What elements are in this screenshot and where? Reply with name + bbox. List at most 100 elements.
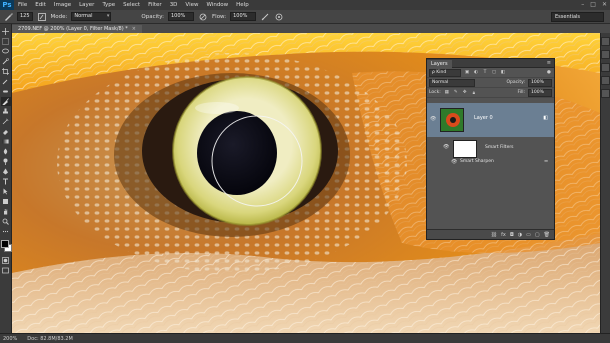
- type-tool-icon[interactable]: [1, 177, 11, 186]
- layers-panel: Layers ≡ ρ Kind ▣ ◐ T ▢ ◧ ● Normal Opaci…: [426, 58, 555, 240]
- filter-options-icon[interactable]: ⚌: [544, 159, 548, 164]
- flow-label: Flow:: [212, 13, 227, 20]
- lasso-tool-icon[interactable]: [1, 47, 11, 56]
- blur-tool-icon[interactable]: [1, 147, 11, 156]
- marquee-tool-icon[interactable]: [1, 37, 11, 46]
- brush-panel-icon[interactable]: [37, 12, 47, 22]
- adjustment-icon[interactable]: ◑: [518, 232, 522, 238]
- menu-file[interactable]: File: [14, 2, 31, 8]
- menu-filter[interactable]: Filter: [144, 2, 166, 8]
- lock-all-icon[interactable]: 🔒︎: [471, 90, 477, 96]
- folder-icon[interactable]: ▭: [526, 232, 531, 238]
- dodge-tool-icon[interactable]: [1, 157, 11, 166]
- menu-3d[interactable]: 3D: [166, 2, 182, 8]
- brush-size-field[interactable]: 125: [17, 12, 33, 21]
- quick-mask-icon[interactable]: [1, 256, 11, 265]
- options-bar: 125 Mode: Normal Opacity: 100% Flow: 100…: [0, 10, 610, 24]
- pen-tool-icon[interactable]: [1, 167, 11, 176]
- app-logo: Ps: [0, 0, 14, 10]
- menu-help[interactable]: Help: [232, 2, 253, 8]
- flow-field[interactable]: 100%: [230, 12, 257, 21]
- screen-mode-icon[interactable]: [1, 266, 11, 275]
- channels-panel-icon[interactable]: [601, 76, 610, 85]
- doc-info[interactable]: Doc: 82.8M/83.2M: [27, 336, 73, 342]
- lock-transparency-icon[interactable]: ▦: [444, 90, 450, 96]
- filter-mask-thumbnail[interactable]: [453, 140, 477, 158]
- panel-icon-strip: [600, 33, 610, 333]
- brush-preset-icon[interactable]: [3, 12, 13, 22]
- layers-tab[interactable]: Layers: [427, 60, 452, 68]
- layer-name[interactable]: Layer 0: [474, 115, 493, 121]
- move-tool-icon[interactable]: [1, 27, 11, 36]
- layer-row-layer-0[interactable]: 👁︎ Layer 0 ◧: [427, 103, 554, 137]
- close-document-button[interactable]: ×: [132, 26, 136, 32]
- menu-edit[interactable]: Edit: [31, 2, 50, 8]
- clone-stamp-tool-icon[interactable]: [1, 107, 11, 116]
- workspace-select[interactable]: Essentials: [551, 12, 604, 22]
- filter-type-icon[interactable]: T: [482, 70, 488, 76]
- adjustments-panel-icon[interactable]: [601, 63, 610, 72]
- maximize-button[interactable]: □: [590, 1, 596, 8]
- healing-tool-icon[interactable]: [1, 87, 11, 96]
- smart-filters-eye-icon[interactable]: 👁︎: [443, 144, 449, 150]
- opacity-label: Opacity:: [141, 13, 164, 20]
- gradient-tool-icon[interactable]: [1, 137, 11, 146]
- more-tools-icon[interactable]: [1, 227, 11, 236]
- pressure-opacity-icon[interactable]: [198, 12, 208, 22]
- new-layer-icon[interactable]: ▢: [535, 232, 540, 238]
- menu-window[interactable]: Window: [202, 2, 232, 8]
- fx-icon[interactable]: fx: [501, 232, 506, 238]
- smart-filters-row[interactable]: 👁︎ Smart Filters: [427, 138, 554, 158]
- hand-tool-icon[interactable]: [1, 207, 11, 216]
- fill-field[interactable]: 100%: [528, 88, 552, 97]
- paths-panel-icon[interactable]: [601, 89, 610, 98]
- trash-icon[interactable]: 🗑︎: [544, 232, 550, 238]
- filter-smart-icon[interactable]: ◧: [500, 70, 506, 76]
- menu-image[interactable]: Image: [50, 2, 75, 8]
- history-brush-tool-icon[interactable]: [1, 117, 11, 126]
- filter-adjustment-icon[interactable]: ◐: [473, 70, 479, 76]
- eraser-tool-icon[interactable]: [1, 127, 11, 136]
- opacity-field[interactable]: 100%: [168, 12, 194, 21]
- color-swatches[interactable]: [0, 240, 12, 252]
- quick-select-tool-icon[interactable]: [1, 57, 11, 66]
- mode-select[interactable]: Normal: [71, 12, 112, 21]
- lock-fill-row: Lock: ▦ ✎ ✥ 🔒︎ Fill: 100%: [427, 88, 554, 98]
- airbrush-icon[interactable]: [260, 12, 270, 22]
- properties-panel-icon[interactable]: [601, 50, 610, 59]
- zoom-tool-icon[interactable]: [1, 217, 11, 226]
- minimize-button[interactable]: –: [581, 1, 584, 8]
- filter-pixel-icon[interactable]: ▣: [464, 70, 470, 76]
- smart-sharpen-row[interactable]: 👁︎ Smart Sharpen ⚌: [427, 158, 554, 167]
- panel-menu-icon[interactable]: ≡: [547, 59, 551, 67]
- menu-type[interactable]: Type: [98, 2, 119, 8]
- blend-mode-select[interactable]: Normal: [429, 78, 475, 87]
- lock-position-icon[interactable]: ✥: [462, 90, 468, 96]
- menu-layer[interactable]: Layer: [75, 2, 98, 8]
- lock-pixels-icon[interactable]: ✎: [453, 90, 459, 96]
- menu-view[interactable]: View: [181, 2, 202, 8]
- layer-opacity-field[interactable]: 100%: [528, 78, 552, 87]
- shape-tool-icon[interactable]: [1, 197, 11, 206]
- foreground-color-swatch[interactable]: [0, 240, 9, 248]
- zoom-level[interactable]: 200%: [3, 336, 17, 342]
- history-panel-icon[interactable]: [601, 37, 610, 46]
- path-select-tool-icon[interactable]: [1, 187, 11, 196]
- filter-toggle-icon[interactable]: ●: [546, 70, 552, 76]
- visibility-eye-icon[interactable]: 👁︎: [430, 116, 436, 122]
- tools-panel: [0, 24, 12, 333]
- lock-label: Lock:: [429, 90, 441, 95]
- eyedropper-tool-icon[interactable]: [1, 77, 11, 86]
- crop-tool-icon[interactable]: [1, 67, 11, 76]
- menu-select[interactable]: Select: [119, 2, 144, 8]
- smart-filters-label: Smart Filters: [485, 145, 514, 150]
- filter-shape-icon[interactable]: ▢: [491, 70, 497, 76]
- link-icon[interactable]: ⛓︎: [491, 232, 497, 238]
- brush-tool-icon[interactable]: [0, 97, 11, 106]
- mask-icon[interactable]: ◘: [510, 232, 514, 238]
- close-window-button[interactable]: ✕: [602, 1, 607, 8]
- pressure-size-icon[interactable]: [274, 12, 284, 22]
- smart-sharpen-eye-icon[interactable]: 👁︎: [451, 159, 457, 165]
- document-title: 2709.NEF @ 200% (Layer 0, Filter Mask/8)…: [18, 26, 128, 32]
- filter-kind-select[interactable]: ρ Kind: [429, 68, 461, 77]
